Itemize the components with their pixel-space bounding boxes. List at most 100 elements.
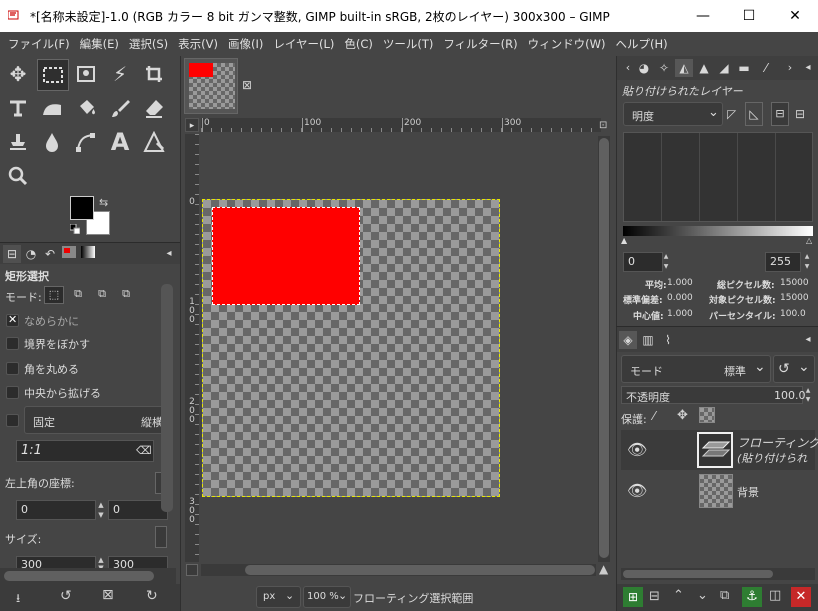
paint-tab-icon[interactable]: ⁄ [757, 59, 775, 77]
menu-help[interactable]: ヘルプ(H) [610, 32, 672, 56]
clear-ratio-icon[interactable]: ⌫ [136, 444, 152, 457]
image-tab[interactable] [184, 58, 238, 114]
opacity-slider[interactable]: 不透明度 100.0 [621, 386, 803, 404]
tool-options-scrollbar[interactable] [161, 284, 173, 512]
canvas-hscroll-thumb[interactable] [245, 565, 595, 575]
menu-view[interactable]: 表示(V) [173, 32, 223, 56]
opacity-spin-icon[interactable]: ▲▼ [803, 386, 813, 404]
tool-options-hscroll-thumb[interactable] [4, 571, 154, 581]
lock-alpha-icon[interactable] [699, 407, 715, 423]
layers-hscroll-thumb[interactable] [623, 570, 773, 578]
lock-pixels-icon[interactable]: ⁄ [653, 409, 655, 423]
ratio-input[interactable]: 1:1 [16, 440, 154, 462]
close-image-tab-icon[interactable]: ⊠ [242, 78, 252, 92]
layers-menu-icon[interactable]: ◂ [799, 331, 817, 349]
clone-tool-icon[interactable] [3, 127, 33, 157]
mode-add-icon[interactable]: ⧉ [68, 286, 88, 304]
layers-tab-icon[interactable]: ◈ [619, 331, 637, 349]
zoom-tool-icon[interactable] [3, 161, 33, 191]
range-max-input[interactable]: 255 [765, 252, 801, 272]
fixed-combo[interactable]: 固定 縦横 [24, 406, 164, 434]
device-status-tab-icon[interactable]: ◔ [22, 245, 40, 263]
rounded-corners-checkbox[interactable] [6, 362, 19, 375]
undo-history-tab-icon[interactable]: ↶ [41, 245, 59, 263]
menu-file[interactable]: ファイル(F) [0, 32, 75, 56]
brushes-tab-icon[interactable]: ▬ [735, 59, 753, 77]
menu-edit[interactable]: 編集(E) [75, 32, 124, 56]
size-unit-button[interactable] [155, 526, 167, 548]
linear-histogram-icon[interactable]: ⊟ [795, 107, 805, 121]
reset-options-icon[interactable]: ↻ [146, 588, 158, 604]
swap-colors-icon[interactable]: ⇆ [99, 196, 108, 209]
unified-transform-tool-icon[interactable] [3, 93, 33, 123]
menu-image[interactable]: 画像(I) [223, 32, 268, 56]
sample-points-tab-icon[interactable]: ✧ [655, 59, 673, 77]
save-options-icon[interactable]: ⭳ [16, 589, 20, 610]
layer-row-floating[interactable]: 👁 フローティング (貼り付けられ [621, 430, 815, 470]
lock-position-icon[interactable]: ✥ [677, 408, 688, 423]
minimize-button[interactable]: — [680, 0, 726, 32]
range-max-handle-icon[interactable]: △ [806, 236, 812, 245]
color-picker-tool-icon[interactable] [139, 127, 169, 157]
panel-menu-icon[interactable]: ◂ [160, 245, 178, 263]
paths-tab-icon[interactable]: ⌇ [659, 331, 677, 349]
eye-icon[interactable]: 👁 [627, 440, 647, 459]
menu-filters[interactable]: フィルター(R) [438, 32, 522, 56]
menu-tools[interactable]: ツール(T) [378, 32, 439, 56]
maximize-button[interactable]: ☐ [726, 0, 772, 32]
expand-center-checkbox[interactable] [6, 386, 19, 399]
channels-tab-icon[interactable]: ▥ [639, 331, 657, 349]
pointer-tab-icon[interactable]: ◕ [635, 59, 653, 77]
histogram-tab-icon[interactable]: ◭ [675, 59, 693, 77]
layer-mode-select[interactable]: モード 標準 ⌄ [621, 355, 771, 383]
delete-layer-icon[interactable]: ✕ [791, 587, 811, 607]
menu-colors[interactable]: 色(C) [339, 32, 378, 56]
menu-layer[interactable]: レイヤー(L) [268, 32, 339, 56]
warp-transform-tool-icon[interactable] [37, 93, 67, 123]
bars-icon[interactable]: ⊟ [771, 102, 789, 126]
floating-selection[interactable] [212, 207, 360, 305]
composite-mode-select[interactable]: ↺ ⌄ [773, 355, 815, 383]
tab-scroll-right-icon[interactable]: › [781, 59, 799, 77]
zoom-select[interactable]: 100 % ⌄ [303, 586, 351, 608]
position-x-input[interactable]: 0 [16, 500, 96, 520]
crop-view-tool-icon[interactable] [71, 59, 101, 89]
anchor-layer-icon[interactable]: ⚓ [742, 587, 762, 607]
antialias-checkbox[interactable] [6, 314, 19, 327]
raise-layer-icon[interactable]: ⌃ [673, 588, 684, 603]
reset-colors-icon[interactable] [70, 224, 80, 234]
mode-replace-icon[interactable]: ⬚ [44, 286, 64, 304]
lower-layer-icon[interactable]: ⌄ [697, 588, 708, 603]
layer-mask-icon[interactable]: ◫ [769, 588, 781, 603]
log-scale-icon[interactable]: ◺ [745, 102, 763, 126]
histogram-menu-icon[interactable]: ◂ [799, 59, 817, 77]
mode-intersect-icon[interactable]: ⧉ [116, 286, 136, 304]
position-y-input[interactable]: 0 [108, 500, 168, 520]
duplicate-layer-icon[interactable]: ⧉ [720, 588, 729, 603]
quickmask-toggle-icon[interactable] [186, 564, 198, 576]
tools-tab-icon[interactable]: ◢ [715, 59, 733, 77]
crop-tool-icon[interactable] [139, 59, 169, 89]
rect-select-tool-icon[interactable] [37, 59, 69, 91]
range-min-spin-icon[interactable]: ▲▼ [661, 252, 671, 272]
eye-icon[interactable]: 👁 [627, 481, 647, 500]
channel-select[interactable]: 明度 ⌄ [623, 102, 723, 126]
range-min-handle-icon[interactable]: ▲ [621, 236, 627, 245]
range-min-input[interactable]: 0 [623, 252, 663, 272]
layer-row-background[interactable]: 👁 背景 [621, 472, 815, 510]
smudge-tool-icon[interactable] [37, 127, 67, 157]
foreground-color-swatch[interactable] [70, 196, 94, 220]
menu-select[interactable]: 選択(S) [124, 32, 173, 56]
linear-scale-icon[interactable]: ◸ [727, 107, 736, 121]
delete-options-icon[interactable]: ⊠ [102, 587, 114, 603]
close-button[interactable]: ✕ [772, 0, 818, 32]
mode-subtract-icon[interactable]: ⧉ [92, 286, 112, 304]
tool-options-tab-icon[interactable]: ⊟ [3, 245, 21, 263]
text-tool-icon[interactable]: A [105, 127, 135, 157]
unit-select[interactable]: px ⌄ [256, 586, 301, 608]
gradient-tab-icon[interactable] [79, 245, 97, 263]
range-max-spin-icon[interactable]: ▲▼ [802, 252, 812, 272]
new-layer-icon[interactable]: ⊞ [623, 587, 643, 607]
bucket-fill-tool-icon[interactable] [71, 93, 101, 123]
paths-tool-icon[interactable] [71, 127, 101, 157]
